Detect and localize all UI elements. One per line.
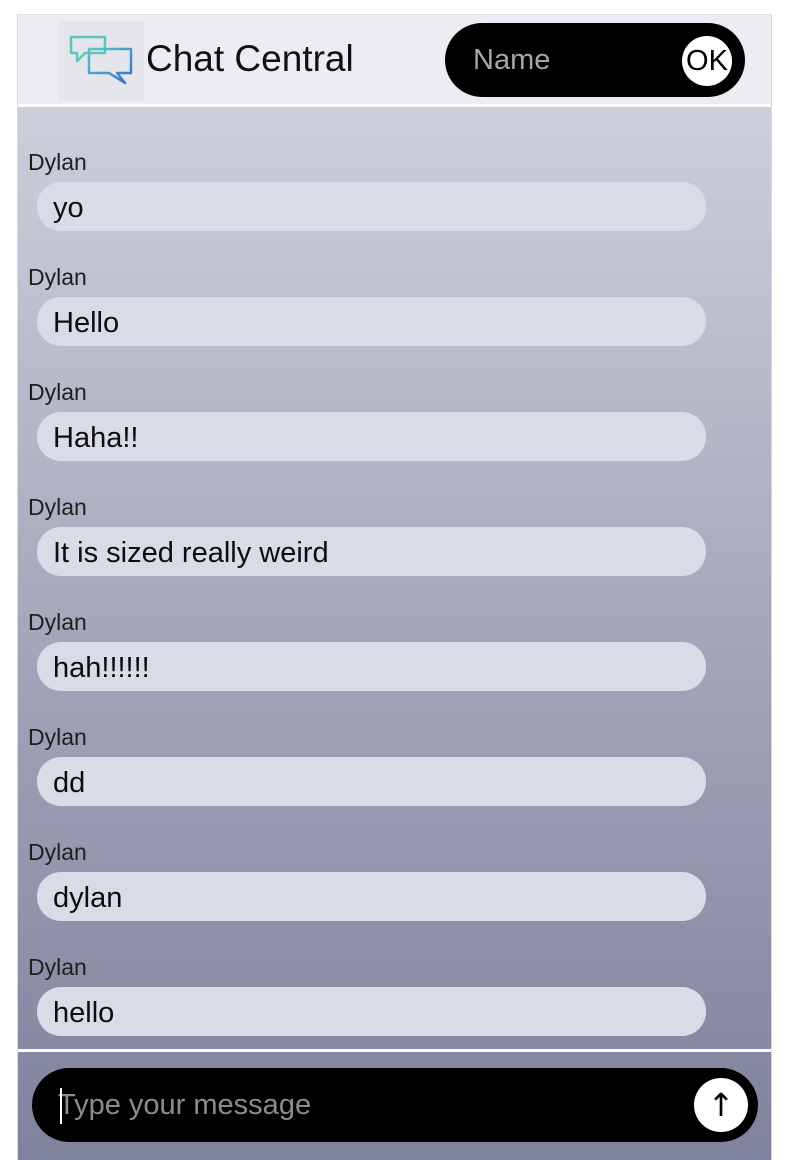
- message-bubble: dylan: [37, 872, 706, 921]
- message-bubble: hah!!!!!!: [37, 642, 706, 691]
- message-bubble: dd: [37, 757, 706, 806]
- message-text: Haha!!: [53, 422, 139, 454]
- send-button[interactable]: ↑: [694, 1078, 748, 1132]
- message-text: Hello: [53, 307, 120, 339]
- chat-app: Chat Central OK Dylan yo Dylan Hello Dyl…: [17, 14, 772, 1160]
- message-text: dylan: [53, 882, 123, 914]
- message-list[interactable]: Dylan yo Dylan Hello Dylan Haha!! Dylan …: [18, 107, 771, 1049]
- message-item: Dylan dd: [18, 724, 771, 839]
- message-text: It is sized really weird: [53, 537, 329, 569]
- message-text: dd: [53, 767, 86, 799]
- message-text: hello: [53, 997, 115, 1029]
- message-sender: Dylan: [28, 839, 87, 865]
- message-composer: ↑: [32, 1068, 758, 1142]
- message-item: Dylan dylan: [18, 839, 771, 954]
- message-item: Dylan yo: [18, 149, 771, 264]
- message-bubble: hello: [37, 987, 706, 1036]
- message-sender: Dylan: [28, 494, 87, 520]
- message-sender: Dylan: [28, 724, 87, 750]
- message-bubble: Haha!!: [37, 412, 706, 461]
- message-sender: Dylan: [28, 609, 87, 635]
- message-bubble: yo: [37, 182, 706, 231]
- chat-bubbles-icon: [69, 35, 133, 85]
- text-caret: [60, 1088, 62, 1124]
- name-form: OK: [445, 23, 745, 97]
- message-bubble: It is sized really weird: [37, 527, 706, 576]
- message-item: Dylan hah!!!!!!: [18, 609, 771, 724]
- message-sender: Dylan: [28, 954, 87, 980]
- arrow-up-icon: ↑: [707, 1086, 735, 1124]
- message-input[interactable]: [58, 1082, 658, 1128]
- message-text: hah!!!!!!: [53, 652, 150, 684]
- message-sender: Dylan: [28, 149, 87, 175]
- composer-divider: [18, 1049, 771, 1052]
- ok-button[interactable]: OK: [682, 36, 732, 86]
- message-sender: Dylan: [28, 264, 87, 290]
- app-title: Chat Central: [146, 38, 354, 79]
- message-item: Dylan Hello: [18, 264, 771, 379]
- message-bubble: Hello: [37, 297, 706, 346]
- message-item: Dylan Haha!!: [18, 379, 771, 494]
- message-item: Dylan It is sized really weird: [18, 494, 771, 609]
- message-text: yo: [53, 192, 84, 224]
- header: Chat Central OK: [18, 15, 771, 107]
- message-sender: Dylan: [28, 379, 87, 405]
- message-item: Dylan hello: [18, 954, 771, 1049]
- name-input[interactable]: [465, 38, 681, 82]
